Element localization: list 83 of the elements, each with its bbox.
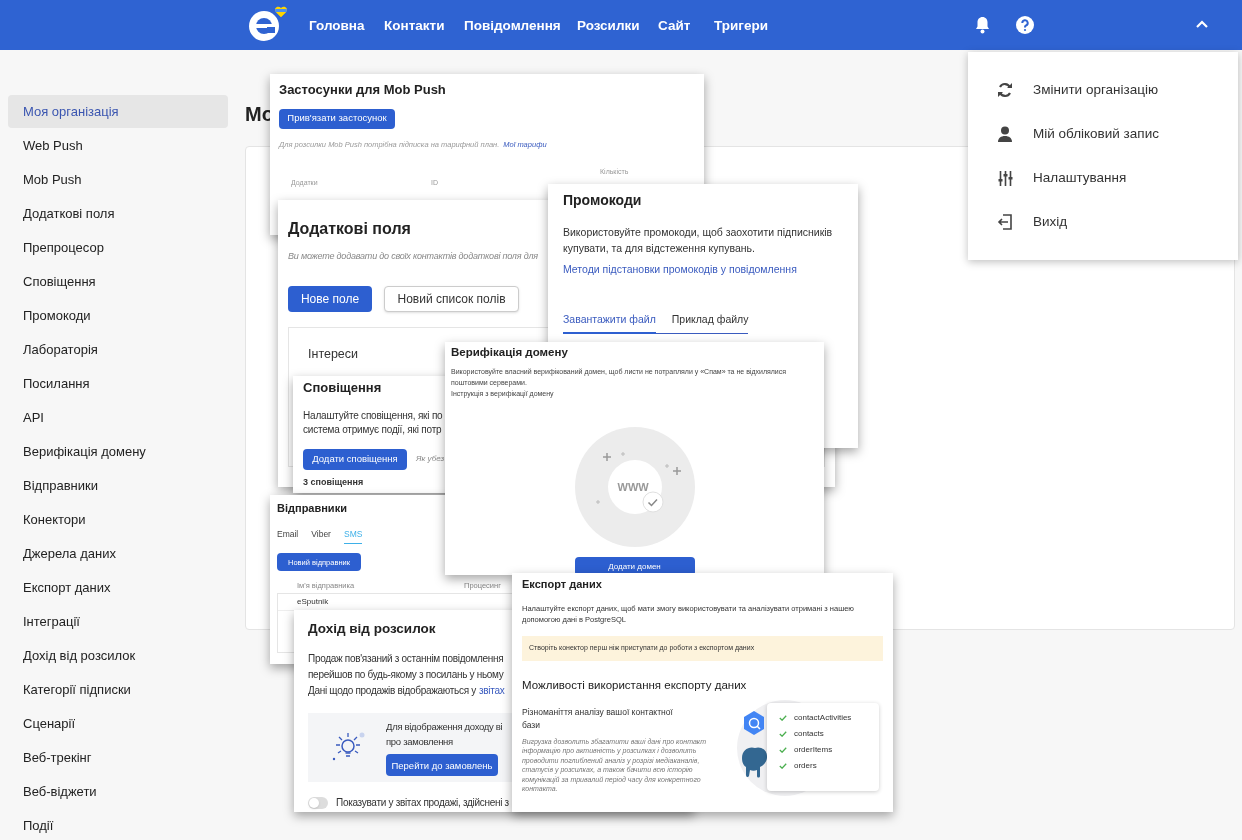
tab[interactable]: Приклад файлу [671, 312, 749, 333]
check-icon [779, 714, 787, 721]
card-title: Застосунки для Mob Push [279, 81, 446, 99]
sidebar-item[interactable]: Дохід від розсилок [8, 639, 228, 672]
menu-item[interactable]: Змінити організацію [968, 68, 1238, 112]
refresh-icon [997, 82, 1013, 98]
sidebar-item[interactable]: Веб-трекінг [8, 741, 228, 774]
sidebar-item[interactable]: Експорт даних [8, 571, 228, 604]
sidebar-item[interactable]: Лабораторія [8, 333, 228, 366]
check-icon [779, 762, 787, 769]
methods-link[interactable]: Методи підстановки промокодів у повідомлення [563, 263, 797, 275]
card-title: Експорт даних [522, 577, 602, 592]
card-title: Відправники [277, 501, 347, 516]
table-name: orderItems [794, 743, 833, 756]
table-name: contactActivities [794, 711, 852, 724]
card-description: Продаж пов'язаний з останнім повідомлення [308, 652, 504, 667]
table-name: orders [794, 759, 817, 772]
sidebar-item[interactable]: Промокоди [8, 299, 228, 332]
logout-icon [997, 214, 1013, 230]
tab[interactable]: Email [277, 527, 299, 545]
nav-link[interactable]: Розсилки [577, 16, 640, 37]
chevron-up-icon[interactable] [1196, 20, 1208, 28]
card-title: Додаткові поля [288, 219, 411, 239]
card-title: Промокоди [563, 191, 642, 210]
panel-text: про замовлення [386, 735, 453, 750]
settings-sliders-icon [997, 170, 1013, 186]
card-title: Сповіщення [303, 379, 382, 397]
reports-link[interactable]: звітах [479, 683, 505, 700]
card-title: Дохід від розсилок [308, 620, 436, 638]
card-title: Верифікація домену [451, 345, 568, 360]
section-heading: Можливості використання експорту даних [522, 677, 747, 693]
tab[interactable]: Viber [311, 527, 331, 545]
check-icon [779, 730, 787, 737]
sidebar-item[interactable]: Джерела даних [8, 537, 228, 570]
table-name: contacts [794, 727, 824, 740]
sidebar-item[interactable]: Посилання [8, 367, 228, 400]
card-description: система отримує події, які потр [303, 422, 442, 437]
card-description: Дані щодо продажів відображаються у [308, 684, 476, 699]
sidebar-item[interactable]: Препроцесор [8, 231, 228, 264]
tab[interactable]: Завантажити файл [563, 312, 656, 334]
new-field-button[interactable]: Нове поле [288, 285, 372, 312]
illustration-label: WWW [617, 480, 649, 496]
menu-item[interactable]: Налаштування [968, 156, 1238, 200]
new-field-list-button[interactable]: Новий список полів [384, 285, 519, 312]
nav-link[interactable]: Контакти [384, 16, 445, 37]
notification-count: 3 сповіщення [303, 475, 364, 489]
sidebar-item[interactable]: Mob Push [8, 163, 228, 196]
nav-link[interactable]: Повідомлення [464, 16, 561, 37]
card-description: Використовуйте промокоди, щоб заохотити підписників купувати, та для відстеження купувань. [563, 225, 834, 256]
help-icon[interactable] [1016, 16, 1034, 34]
card-description: Налаштуйте сповіщення, які по [303, 408, 443, 423]
nav-link[interactable]: Головна [309, 16, 365, 37]
sidebar-item[interactable]: Події [8, 809, 228, 840]
sidebar-item[interactable]: Верифікація домену [8, 435, 228, 468]
sidebar-item[interactable]: Відправники [8, 469, 228, 502]
menu-item[interactable]: Мій обліковий запис [968, 112, 1238, 156]
sidebar-item[interactable]: Веб-віджети [8, 775, 228, 808]
orders-button[interactable]: Перейти до замовлень [386, 754, 498, 777]
sidebar-item[interactable]: Інтеграції [8, 605, 228, 638]
hint-text: Як убез [416, 453, 445, 465]
person-icon [998, 126, 1012, 142]
notification-bell-icon[interactable] [974, 16, 991, 34]
add-notification-button[interactable]: Додати сповіщення [303, 448, 407, 470]
feature-title: Різноманіття аналізу вашої контактної бази [522, 705, 674, 732]
panel-text: Для відображення доходу ві [386, 720, 503, 735]
nav-link[interactable]: Сайт [658, 16, 691, 37]
card-description: перейшов по будь-якому з посилань у ньому [308, 668, 504, 683]
sidebar-item[interactable]: API [8, 401, 228, 434]
sidebar-item[interactable]: Додаткові поля [8, 197, 228, 230]
check-icon [779, 746, 787, 753]
sidebar-item[interactable]: Сценарії [8, 707, 228, 740]
toggle-switch[interactable] [308, 796, 328, 809]
nav-link[interactable]: Тригери [714, 16, 768, 37]
sidebar-item[interactable]: Web Push [8, 129, 228, 162]
sidebar-item[interactable]: Моя організація [8, 95, 228, 128]
menu-item[interactable]: Вихід [968, 200, 1238, 244]
sidebar-item[interactable]: Конектори [8, 503, 228, 536]
group-title: Інтереси [308, 345, 359, 363]
link-app-button[interactable]: Прив'язати застосунок [279, 108, 395, 129]
sidebar-item[interactable]: Категорії підписки [8, 673, 228, 706]
toggle-label: Показувати у звітах продажі, здійснені з [336, 796, 509, 811]
card-subtitle: Ви можете додавати до своїх контактів додаткові поля для [288, 250, 538, 263]
sidebar-item[interactable]: Сповіщення [8, 265, 228, 298]
